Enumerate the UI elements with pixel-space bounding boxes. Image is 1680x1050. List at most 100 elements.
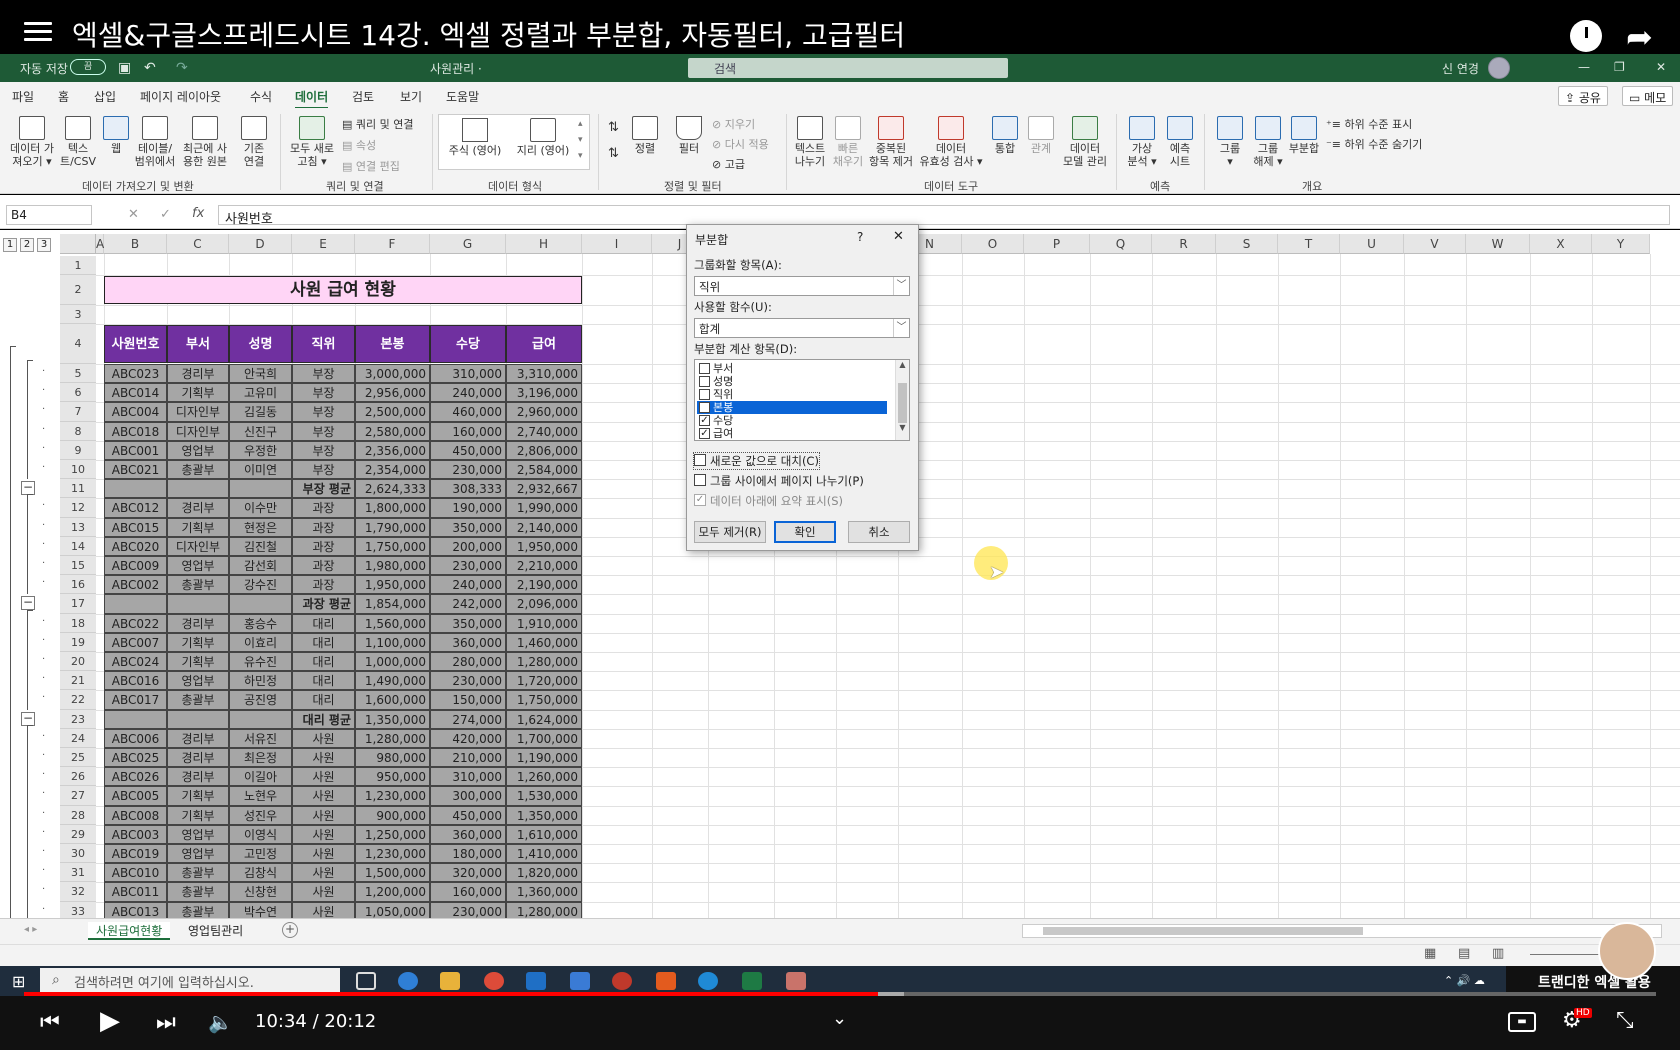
data-cell[interactable]: 홍승수 — [229, 613, 292, 633]
data-cell[interactable]: 총괄부 — [167, 460, 229, 480]
data-cell[interactable]: 기획부 — [167, 517, 229, 537]
cancel-button[interactable]: 취소 — [848, 521, 910, 543]
subtotal-button[interactable]: 부분합 — [1286, 116, 1322, 155]
subtotal-cell[interactable] — [167, 594, 229, 614]
text-csv-button[interactable]: 텍스 트/CSV — [58, 116, 98, 168]
column-header[interactable]: C — [167, 234, 229, 254]
data-cell[interactable]: 1,560,000 — [355, 613, 430, 633]
data-cell[interactable]: 1,610,000 — [506, 824, 582, 844]
page-break-checkbox[interactable]: 그룹 사이에서 페이지 나누기(P) — [694, 473, 864, 489]
sort-asc-icon[interactable]: ⇅ — [608, 120, 619, 135]
search-box[interactable]: 검색 — [688, 58, 1008, 78]
app-icon[interactable] — [612, 972, 632, 990]
data-cell[interactable]: 총괄부 — [167, 690, 229, 710]
data-model-button[interactable]: 데이터 모델 관리 — [1060, 116, 1110, 168]
data-cell[interactable]: 사원 — [292, 786, 355, 806]
text-to-columns-button[interactable]: 텍스트 나누기 — [792, 116, 828, 168]
data-cell[interactable]: ABC021 — [104, 460, 167, 480]
data-cell[interactable]: 과장 — [292, 575, 355, 595]
data-cell[interactable]: 1,720,000 — [506, 671, 582, 691]
sheet-title[interactable]: 사원 급여 현황 — [104, 276, 582, 304]
web-button[interactable]: 웹 — [100, 116, 132, 155]
sheet-tab[interactable]: 영업팀관리 — [188, 922, 243, 940]
data-cell[interactable]: ABC003 — [104, 824, 167, 844]
subtotal-cell[interactable]: 2,624,333 — [355, 479, 430, 499]
chevron-down-icon[interactable]: ﹀ — [893, 277, 909, 295]
row-header[interactable]: 23 — [60, 709, 96, 729]
data-cell[interactable]: 280,000 — [430, 652, 506, 672]
column-header[interactable]: T — [1278, 234, 1340, 254]
column-header[interactable]: F — [355, 234, 430, 254]
row-header[interactable]: 3 — [60, 305, 96, 324]
filter-button[interactable]: 필터 — [674, 116, 704, 155]
data-cell[interactable]: 1,190,000 — [506, 748, 582, 768]
column-heading-cell[interactable]: 사원번호 — [104, 325, 167, 363]
data-cell[interactable]: 900,000 — [355, 805, 430, 825]
data-cell[interactable]: 1,460,000 — [506, 632, 582, 652]
data-cell[interactable]: 총괄부 — [167, 863, 229, 883]
data-cell[interactable]: 총괄부 — [167, 575, 229, 595]
data-cell[interactable]: 1,990,000 — [506, 498, 582, 518]
row-header[interactable]: 16 — [60, 575, 96, 595]
group-button[interactable]: 그룹 ▾ — [1214, 116, 1246, 168]
page-break-icon[interactable]: ▥ — [1492, 946, 1504, 961]
reapply-button[interactable]: ⊘ 다시 적용 — [712, 136, 769, 152]
data-cell[interactable]: 기획부 — [167, 383, 229, 403]
data-cell[interactable]: 2,190,000 — [506, 575, 582, 595]
data-cell[interactable]: ABC006 — [104, 728, 167, 748]
data-cell[interactable]: ABC026 — [104, 767, 167, 787]
calc-item[interactable]: ✓ 급여 — [697, 427, 887, 440]
data-cell[interactable]: 2,584,000 — [506, 460, 582, 480]
subtotal-cell[interactable] — [229, 709, 292, 729]
data-cell[interactable]: 사원 — [292, 882, 355, 902]
row-header[interactable]: 29 — [60, 824, 96, 844]
data-cell[interactable]: 대리 — [292, 632, 355, 652]
subtotal-cell[interactable]: 274,000 — [430, 709, 506, 729]
data-cell[interactable]: ABC020 — [104, 536, 167, 556]
data-cell[interactable]: 980,000 — [355, 748, 430, 768]
horizontal-scrollbar[interactable] — [1022, 924, 1662, 938]
data-cell[interactable]: 190,000 — [430, 498, 506, 518]
outline-level-1[interactable]: 1 — [3, 238, 17, 252]
row-header[interactable]: 4 — [60, 324, 96, 364]
data-cell[interactable]: 2,356,000 — [355, 440, 430, 460]
collapse-group-button[interactable]: − — [21, 596, 35, 611]
data-cell[interactable]: 240,000 — [430, 575, 506, 595]
data-cell[interactable]: 3,196,000 — [506, 383, 582, 403]
data-cell[interactable]: 영업부 — [167, 844, 229, 864]
row-header[interactable]: 9 — [60, 440, 96, 460]
data-cell[interactable]: 1,000,000 — [355, 652, 430, 672]
data-cell[interactable]: 360,000 — [430, 824, 506, 844]
windows-start-icon[interactable]: ⊞ — [12, 972, 25, 991]
data-cell[interactable]: 대리 — [292, 690, 355, 710]
add-sheet-icon[interactable]: + — [282, 922, 298, 938]
data-cell[interactable]: 1,820,000 — [506, 863, 582, 883]
column-heading-cell[interactable]: 부서 — [167, 325, 229, 363]
row-header[interactable]: 5 — [60, 364, 96, 384]
data-cell[interactable]: 2,580,000 — [355, 421, 430, 441]
select-all-corner[interactable] — [60, 234, 96, 254]
data-cell[interactable]: 경리부 — [167, 364, 229, 384]
checkbox-box[interactable] — [699, 363, 710, 374]
share-icon[interactable]: ➦ — [1626, 18, 1653, 56]
data-cell[interactable]: 2,740,000 — [506, 421, 582, 441]
avatar[interactable] — [1488, 57, 1510, 79]
replace-current-checkbox[interactable]: 새로운 값으로 대치(C) — [693, 452, 820, 470]
subtotal-cell[interactable]: 1,624,000 — [506, 709, 582, 729]
data-cell[interactable]: 서유진 — [229, 728, 292, 748]
data-cell[interactable]: 1,360,000 — [506, 882, 582, 902]
sheet-nav-icon[interactable]: ◂ ▸ — [24, 924, 37, 935]
data-cell[interactable]: 기획부 — [167, 805, 229, 825]
queries-connections-button[interactable]: ▤ 쿼리 및 연결 — [342, 116, 413, 132]
data-cell[interactable]: ABC008 — [104, 805, 167, 825]
minimize-icon[interactable]: — — [1578, 60, 1590, 74]
office-icon[interactable] — [656, 972, 676, 990]
column-header[interactable]: S — [1216, 234, 1278, 254]
row-header[interactable]: 19 — [60, 632, 96, 652]
data-cell[interactable]: ABC022 — [104, 613, 167, 633]
tab-insert[interactable]: 삽입 — [94, 88, 116, 105]
subtotal-cell[interactable] — [229, 479, 292, 499]
chrome-icon[interactable] — [484, 972, 504, 990]
subtotal-cell[interactable] — [229, 594, 292, 614]
data-cell[interactable]: 350,000 — [430, 517, 506, 537]
